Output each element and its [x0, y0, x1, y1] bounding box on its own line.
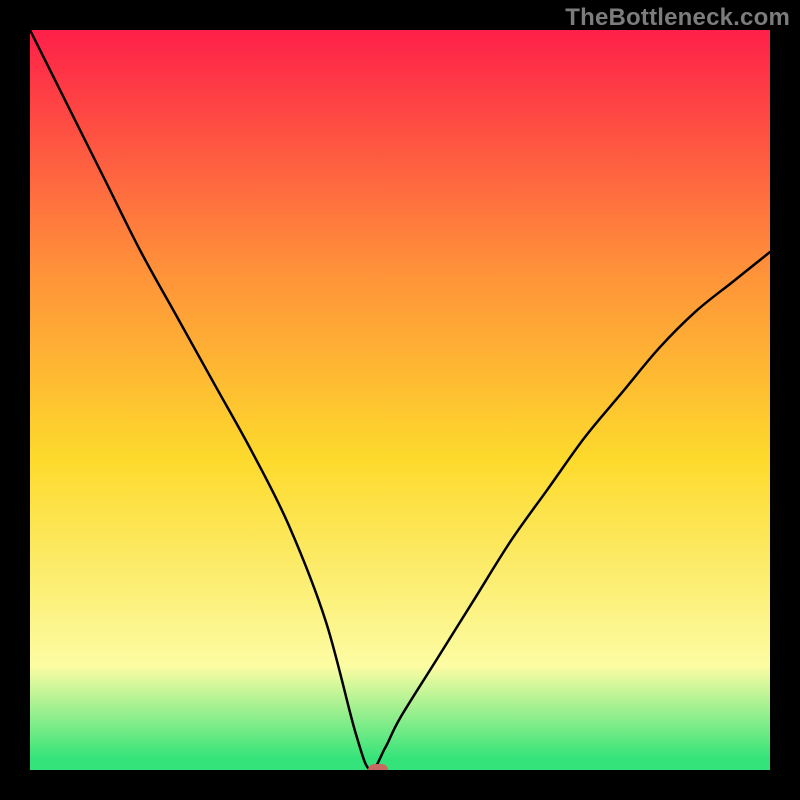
optimal-point-marker: [368, 764, 388, 770]
bottleneck-curve: [30, 30, 770, 770]
chart-root: TheBottleneck.com: [0, 0, 800, 800]
plot-area: [30, 30, 770, 770]
watermark-label: TheBottleneck.com: [565, 4, 790, 32]
